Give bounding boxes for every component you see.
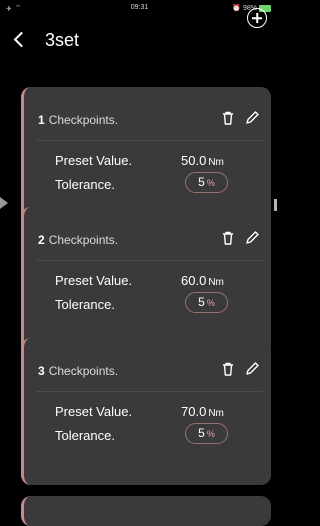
preset-unit: Nm <box>208 277 224 288</box>
checkpoint-card-header: 2 Checkpoints. <box>24 207 271 259</box>
percent-sign: % <box>206 429 215 439</box>
tolerance-number: 5 <box>198 295 205 309</box>
checkpoint-card-header: 1 Checkpoints. <box>24 87 271 139</box>
percent-sign: % <box>206 178 215 188</box>
tolerance-badge[interactable]: 5% <box>185 423 228 444</box>
tolerance-label: Tolerance. <box>55 177 115 192</box>
pencil-icon[interactable] <box>243 360 261 378</box>
preset-value-label: Preset Value. <box>55 273 133 288</box>
checkpoint-card-3[interactable]: 3 Checkpoints. Preset Value. 70.0 Nm Toler… <box>21 338 271 485</box>
checkpoint-card-title: 2 Checkpoints. <box>38 233 118 247</box>
add-checkpoint-button[interactable] <box>247 8 267 28</box>
preset-unit: Nm <box>208 157 224 168</box>
checkpoint-card-title: 1 Checkpoints. <box>38 113 118 127</box>
trash-icon[interactable] <box>219 109 237 127</box>
checkpoint-label: Checkpoints. <box>48 113 119 127</box>
checkpoint-label: Checkpoints. <box>48 233 119 247</box>
chevron-left-icon[interactable] <box>13 31 30 48</box>
tolerance-badge[interactable]: 5% <box>185 292 228 313</box>
percent-sign: % <box>206 298 215 308</box>
preset-value-label: Preset Value. <box>55 404 133 419</box>
checkpoint-card-4[interactable] <box>21 496 271 526</box>
checkpoint-card-header: 3 Checkpoints. <box>24 338 271 390</box>
preset-unit: Nm <box>208 408 224 419</box>
preset-number: 60.0 <box>181 273 207 288</box>
card-divider <box>36 260 263 261</box>
edge-arrow-indicator <box>0 197 8 209</box>
pencil-icon[interactable] <box>243 229 261 247</box>
checkpoint-card-2[interactable]: 2 Checkpoints. Preset Value. 60.0 Nm Toler… <box>21 207 271 354</box>
card-divider <box>36 140 263 141</box>
checkpoint-card-title: 3 Checkpoints. <box>38 364 118 378</box>
tolerance-number: 5 <box>198 175 205 189</box>
tolerance-label: Tolerance. <box>55 297 115 312</box>
checkpoint-number: 1 <box>38 113 45 127</box>
edge-bar-indicator <box>274 199 277 211</box>
tolerance-number: 5 <box>198 426 205 440</box>
tolerance-label: Tolerance. <box>55 428 115 443</box>
checkpoint-label: Checkpoints. <box>48 364 119 378</box>
page-title: 3set <box>45 30 80 50</box>
trash-icon[interactable] <box>219 360 237 378</box>
preset-value: 50.0 Nm <box>181 153 224 168</box>
preset-value: 60.0 Nm <box>181 273 224 288</box>
tolerance-badge[interactable]: 5% <box>185 172 228 193</box>
card-divider <box>36 391 263 392</box>
preset-number: 50.0 <box>181 153 207 168</box>
checkpoint-number: 3 <box>38 364 45 378</box>
pencil-icon[interactable] <box>243 109 261 127</box>
trash-icon[interactable] <box>219 229 237 247</box>
preset-number: 70.0 <box>181 404 207 419</box>
preset-value-label: Preset Value. <box>55 153 133 168</box>
checkpoint-number: 2 <box>38 233 45 247</box>
preset-value: 70.0 Nm <box>181 404 224 419</box>
navigation-header: 3set <box>0 0 279 50</box>
